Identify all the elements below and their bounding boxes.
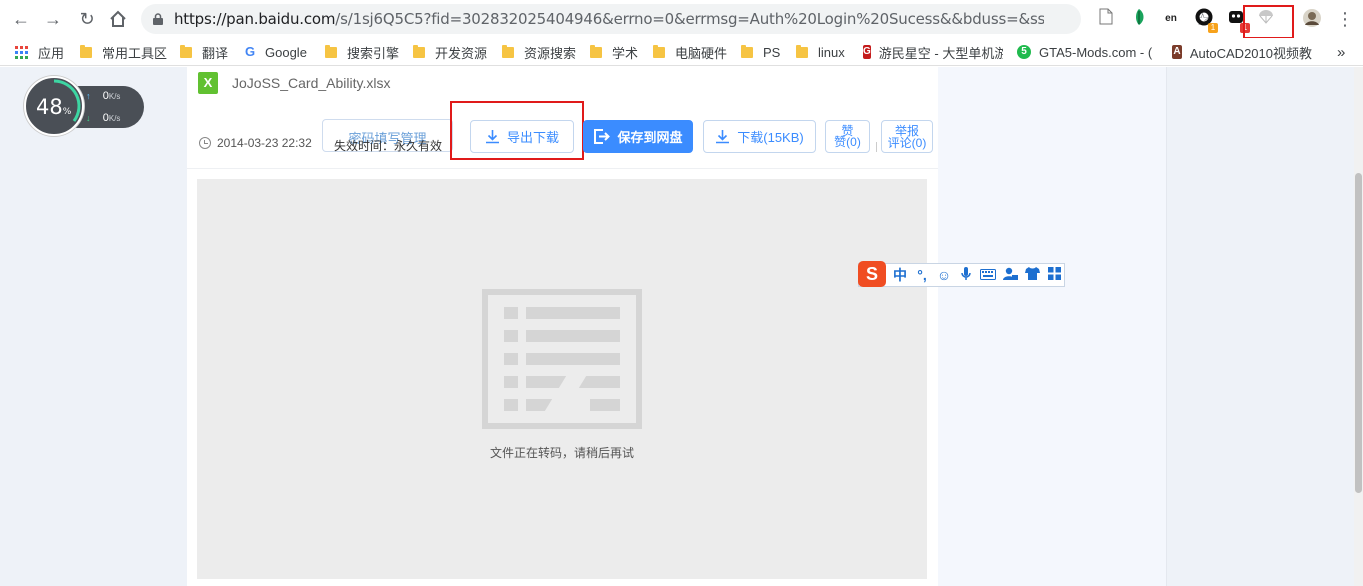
bookmark-google[interactable]: G Google <box>243 42 307 62</box>
bookmark-folder[interactable]: 搜索引擎 <box>325 42 399 62</box>
speed-widget[interactable]: 48% ↑ 0K/s ↓ 0K/s <box>24 76 144 138</box>
bookmark-apps[interactable]: 应用 <box>15 42 64 62</box>
bookmark-folder[interactable]: 翻译 <box>180 42 228 62</box>
file-name: JoJoSS_Card_Ability.xlsx <box>232 75 391 91</box>
bookmark-folder[interactable]: 常用工具区 <box>80 42 167 62</box>
scrollbar-thumb[interactable] <box>1355 173 1362 493</box>
folder-icon <box>653 44 665 58</box>
bookmark-gamersky[interactable]: G 游民星空 - 大型单机游 <box>863 42 1003 62</box>
folder-icon <box>590 44 602 58</box>
page-margin <box>1168 67 1354 586</box>
divider <box>876 142 877 152</box>
mic-icon[interactable] <box>958 266 974 284</box>
folder-icon <box>502 44 514 58</box>
home-icon[interactable] <box>106 7 130 31</box>
parachute-highlight-box <box>1243 5 1294 39</box>
green-leaf-icon[interactable] <box>1128 8 1150 30</box>
gta5mods-icon: 5 <box>1017 45 1031 59</box>
apps-grid-icon <box>15 45 28 59</box>
folder-icon <box>325 44 337 58</box>
right-sidebar <box>938 67 1167 586</box>
black-circle-icon[interactable]: 1 <box>1193 8 1218 33</box>
file-preview-area: 文件正在转码，请稍后再试 <box>197 179 927 579</box>
browser-toolbar: ← → ↻ https://pan.baidu.com/s/1sj6Q5C5?f… <box>0 0 1363 39</box>
bookmark-folder[interactable]: 开发资源 <box>413 42 487 62</box>
reload-icon[interactable]: ↻ <box>75 7 99 31</box>
up-arrow-icon: ↑ <box>86 91 91 101</box>
share-file-card: X JoJoSS_Card_Ability.xlsx 2014-03-23 22… <box>187 67 938 586</box>
down-arrow-icon: ↓ <box>86 113 91 123</box>
grid-icon[interactable] <box>1046 267 1062 283</box>
spreadsheet-placeholder-icon <box>482 289 642 429</box>
folder-icon <box>80 44 92 58</box>
save-to-disk-button[interactable]: 保存到网盘 <box>583 120 693 153</box>
export-highlight-box <box>450 101 584 160</box>
folder-icon <box>796 44 808 58</box>
bookmark-folder[interactable]: 学术 <box>590 42 638 62</box>
shirt-icon[interactable] <box>1024 267 1040 283</box>
bookmark-gta5mods[interactable]: 5 GTA5-Mods.com - ( <box>1017 42 1157 62</box>
download-icon <box>716 130 730 144</box>
bookmark-autocad[interactable]: A AutoCAD2010视频教 <box>1172 42 1312 62</box>
lock-icon <box>153 13 163 25</box>
gamersky-icon: G <box>863 45 871 59</box>
user-icon[interactable] <box>1002 267 1018 284</box>
keyboard-icon[interactable] <box>980 267 996 283</box>
emoji-icon[interactable]: ☺ <box>936 267 952 283</box>
expire-time: 失效时间：永久有效 <box>334 139 443 153</box>
google-icon: G <box>244 44 256 59</box>
page-body: 48% ↑ 0K/s ↓ 0K/s X JoJoSS_Card_Ability.… <box>0 67 1363 586</box>
avatar-icon[interactable] <box>1301 8 1323 30</box>
report-comment-button[interactable]: 举报 评论(0) <box>881 120 933 153</box>
more-bookmarks-icon[interactable]: » <box>1337 42 1345 62</box>
bookmark-folder[interactable]: 电脑硬件 <box>653 42 727 62</box>
memory-usage-circle: 48% <box>24 76 84 136</box>
page-icon[interactable] <box>1095 8 1117 30</box>
xlsx-file-icon: X <box>198 72 218 94</box>
address-bar[interactable]: https://pan.baidu.com/s/1sj6Q5C5?fid=302… <box>141 4 1210 34</box>
autocad-icon: A <box>1172 45 1182 59</box>
extension-badge: 1 <box>1208 23 1218 33</box>
bookmark-folder[interactable]: PS <box>741 42 780 62</box>
folder-icon <box>741 44 753 58</box>
preview-status-message: 文件正在转码，请稍后再试 <box>489 446 634 460</box>
download-speed: ↓ 0K/s <box>86 112 121 124</box>
forward-icon[interactable]: → <box>41 7 65 31</box>
menu-icon[interactable]: ⋮ <box>1334 8 1356 30</box>
save-icon <box>594 129 611 144</box>
bookmark-folder[interactable]: linux <box>796 42 845 62</box>
like-button[interactable]: 赞 赞(0) <box>825 120 870 153</box>
sogou-logo-icon[interactable]: S <box>858 261 886 287</box>
clock-icon <box>199 137 211 149</box>
upload-speed: ↑ 0K/s <box>86 90 121 102</box>
back-icon[interactable]: ← <box>9 7 33 31</box>
folder-icon <box>180 44 192 58</box>
url-text: https://pan.baidu.com/s/1sj6Q5C5?fid=302… <box>174 10 1044 28</box>
bookmark-folder[interactable]: 资源搜索 <box>502 42 576 62</box>
download-button[interactable]: 下载(15KB) <box>703 120 816 153</box>
en-icon[interactable]: en <box>1160 8 1182 30</box>
ime-punctuation[interactable]: °, <box>914 267 930 283</box>
sogou-ime-toolbar[interactable]: S 中 °, ☺ <box>858 261 1065 287</box>
divider <box>187 168 938 169</box>
folder-icon <box>413 44 425 58</box>
share-date: 2014-03-23 22:32 <box>199 136 312 150</box>
bookmarks-bar: 应用 常用工具区 翻译 G Google 搜索引擎 开发资源 资源搜索 学术 电脑… <box>0 38 1363 66</box>
usage-percent: 48 <box>36 95 63 119</box>
ime-chinese-mode[interactable]: 中 <box>892 265 908 285</box>
scrollbar[interactable] <box>1354 67 1363 586</box>
